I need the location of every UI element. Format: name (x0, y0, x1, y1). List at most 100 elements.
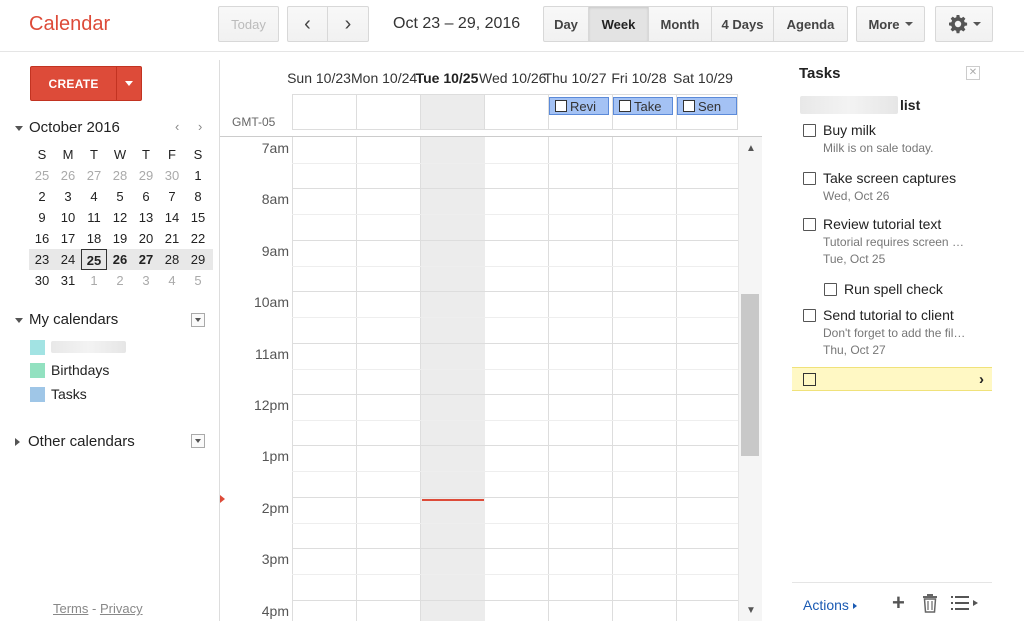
mini-prev-month-icon[interactable]: ‹ (175, 119, 179, 134)
terms-link[interactable]: Terms (53, 601, 88, 616)
mini-day[interactable]: 18 (81, 228, 107, 249)
task-checkbox[interactable] (555, 100, 567, 112)
day-header[interactable]: Wed 10/26 (479, 70, 546, 86)
mini-day[interactable]: 4 (81, 186, 107, 207)
mini-day[interactable]: 13 (133, 207, 159, 228)
mini-day[interactable]: 6 (133, 186, 159, 207)
mini-day[interactable]: 31 (55, 270, 81, 291)
task-item[interactable]: Review tutorial text Tutorial requires sc… (803, 216, 988, 266)
task-title[interactable]: Review tutorial text (823, 216, 941, 232)
all-day-task-chip[interactable]: Sen (677, 97, 737, 115)
mini-next-month-icon[interactable]: › (198, 119, 202, 134)
mini-day[interactable]: 2 (107, 270, 133, 291)
more-button[interactable]: More (856, 6, 925, 42)
calendar-item-tasks[interactable]: Tasks (30, 385, 87, 403)
mini-day[interactable]: 1 (185, 165, 211, 186)
mini-day[interactable]: 5 (107, 186, 133, 207)
other-calendars-header[interactable]: Other calendars (15, 433, 135, 450)
calendar-color-swatch[interactable] (30, 362, 45, 378)
all-day-cell[interactable] (484, 95, 548, 129)
calendar-color-swatch[interactable] (30, 339, 45, 355)
all-day-task-chip[interactable]: Take (613, 97, 673, 115)
app-title[interactable]: Calendar (29, 13, 110, 36)
create-button[interactable]: CREATE (30, 66, 142, 101)
mini-day[interactable]: 16 (29, 228, 55, 249)
task-list-name[interactable]: list (800, 95, 920, 115)
add-task-icon[interactable]: + (892, 590, 905, 616)
next-week-button[interactable]: › (328, 6, 369, 42)
task-item[interactable]: Buy milk Milk is on sale today. (803, 122, 988, 155)
task-title[interactable]: Run spell check (844, 281, 943, 297)
scrollbar-thumb[interactable] (741, 294, 759, 456)
mini-day[interactable]: 3 (133, 270, 159, 291)
day-header[interactable]: Tue 10/25 (415, 70, 479, 86)
mini-day[interactable]: 10 (55, 207, 81, 228)
other-calendars-menu-button[interactable] (191, 434, 205, 448)
day-header[interactable]: Fri 10/28 (607, 70, 671, 86)
mini-day[interactable]: 21 (159, 228, 185, 249)
task-checkbox[interactable] (803, 171, 816, 185)
create-dropdown[interactable] (116, 67, 141, 100)
prev-week-button[interactable]: ‹ (287, 6, 328, 42)
mini-day[interactable]: 30 (29, 270, 55, 291)
mini-day[interactable]: 26 (107, 249, 133, 270)
mini-day[interactable]: 8 (185, 186, 211, 207)
all-day-task-chip[interactable]: Revi (549, 97, 609, 115)
today-button[interactable]: Today (218, 6, 279, 42)
my-calendars-menu-button[interactable] (191, 313, 205, 327)
mini-day[interactable]: 30 (159, 165, 185, 186)
close-icon[interactable]: ✕ (966, 66, 980, 80)
chevron-right-icon[interactable]: › (979, 371, 984, 388)
new-task-row[interactable]: › (792, 367, 992, 391)
mini-day[interactable]: 29 (133, 165, 159, 186)
mini-day[interactable]: 22 (185, 228, 211, 249)
mini-day[interactable]: 15 (185, 207, 211, 228)
task-checkbox[interactable] (803, 217, 816, 231)
actions-menu[interactable]: Actions (803, 597, 857, 613)
task-title[interactable]: Buy milk (823, 122, 876, 138)
view-day-button[interactable]: Day (543, 6, 589, 42)
view-week-button[interactable]: Week (589, 6, 649, 42)
grid-scrollbar[interactable]: ▲ ▼ (738, 137, 762, 621)
mini-day[interactable]: 20 (133, 228, 159, 249)
task-checkbox[interactable] (803, 372, 816, 386)
day-header[interactable]: Sun 10/23 (287, 70, 351, 86)
mini-day[interactable]: 27 (81, 165, 107, 186)
day-header[interactable]: Thu 10/27 (543, 70, 607, 86)
mini-day[interactable]: 25 (29, 165, 55, 186)
all-day-cell[interactable] (292, 95, 356, 129)
all-day-cell[interactable] (356, 95, 420, 129)
calendar-item-personal[interactable] (30, 338, 126, 356)
task-checkbox[interactable] (803, 308, 816, 322)
task-item[interactable]: Send tutorial to client Don't forget to a… (803, 307, 988, 357)
delete-task-icon[interactable] (922, 593, 938, 618)
mini-day[interactable]: 7 (159, 186, 185, 207)
task-checkbox[interactable] (683, 100, 695, 112)
task-item[interactable]: Take screen captures Wed, Oct 26 (803, 170, 988, 203)
mini-day[interactable]: 14 (159, 207, 185, 228)
mini-day[interactable]: 24 (55, 249, 81, 270)
mini-day[interactable]: 25 (81, 249, 107, 270)
view-month-button[interactable]: Month (649, 6, 712, 42)
time-grid[interactable]: ▲ ▼ 7am 8am 9am 10am 11am 12pm 1pm 2pm 3pm 4pm (220, 136, 762, 621)
mini-day[interactable]: 28 (107, 165, 133, 186)
mini-day[interactable]: 29 (185, 249, 211, 270)
mini-day[interactable]: 12 (107, 207, 133, 228)
mini-day[interactable]: 27 (133, 249, 159, 270)
mini-day[interactable]: 3 (55, 186, 81, 207)
task-item[interactable]: Run spell check (824, 281, 1009, 297)
privacy-link[interactable]: Privacy (100, 601, 143, 616)
scroll-down-icon[interactable]: ▼ (746, 605, 756, 616)
list-switcher-icon[interactable] (951, 595, 981, 616)
mini-day[interactable]: 9 (29, 207, 55, 228)
day-header[interactable]: Sat 10/29 (671, 70, 735, 86)
my-calendars-header[interactable]: My calendars (15, 311, 118, 328)
task-title[interactable]: Send tutorial to client (823, 307, 954, 323)
calendar-color-swatch[interactable] (30, 386, 45, 402)
mini-day[interactable]: 23 (29, 249, 55, 270)
mini-day[interactable]: 17 (55, 228, 81, 249)
task-title[interactable]: Take screen captures (823, 170, 956, 186)
task-checkbox[interactable] (619, 100, 631, 112)
collapse-icon[interactable] (15, 125, 23, 131)
calendar-item-birthdays[interactable]: Birthdays (30, 361, 109, 379)
